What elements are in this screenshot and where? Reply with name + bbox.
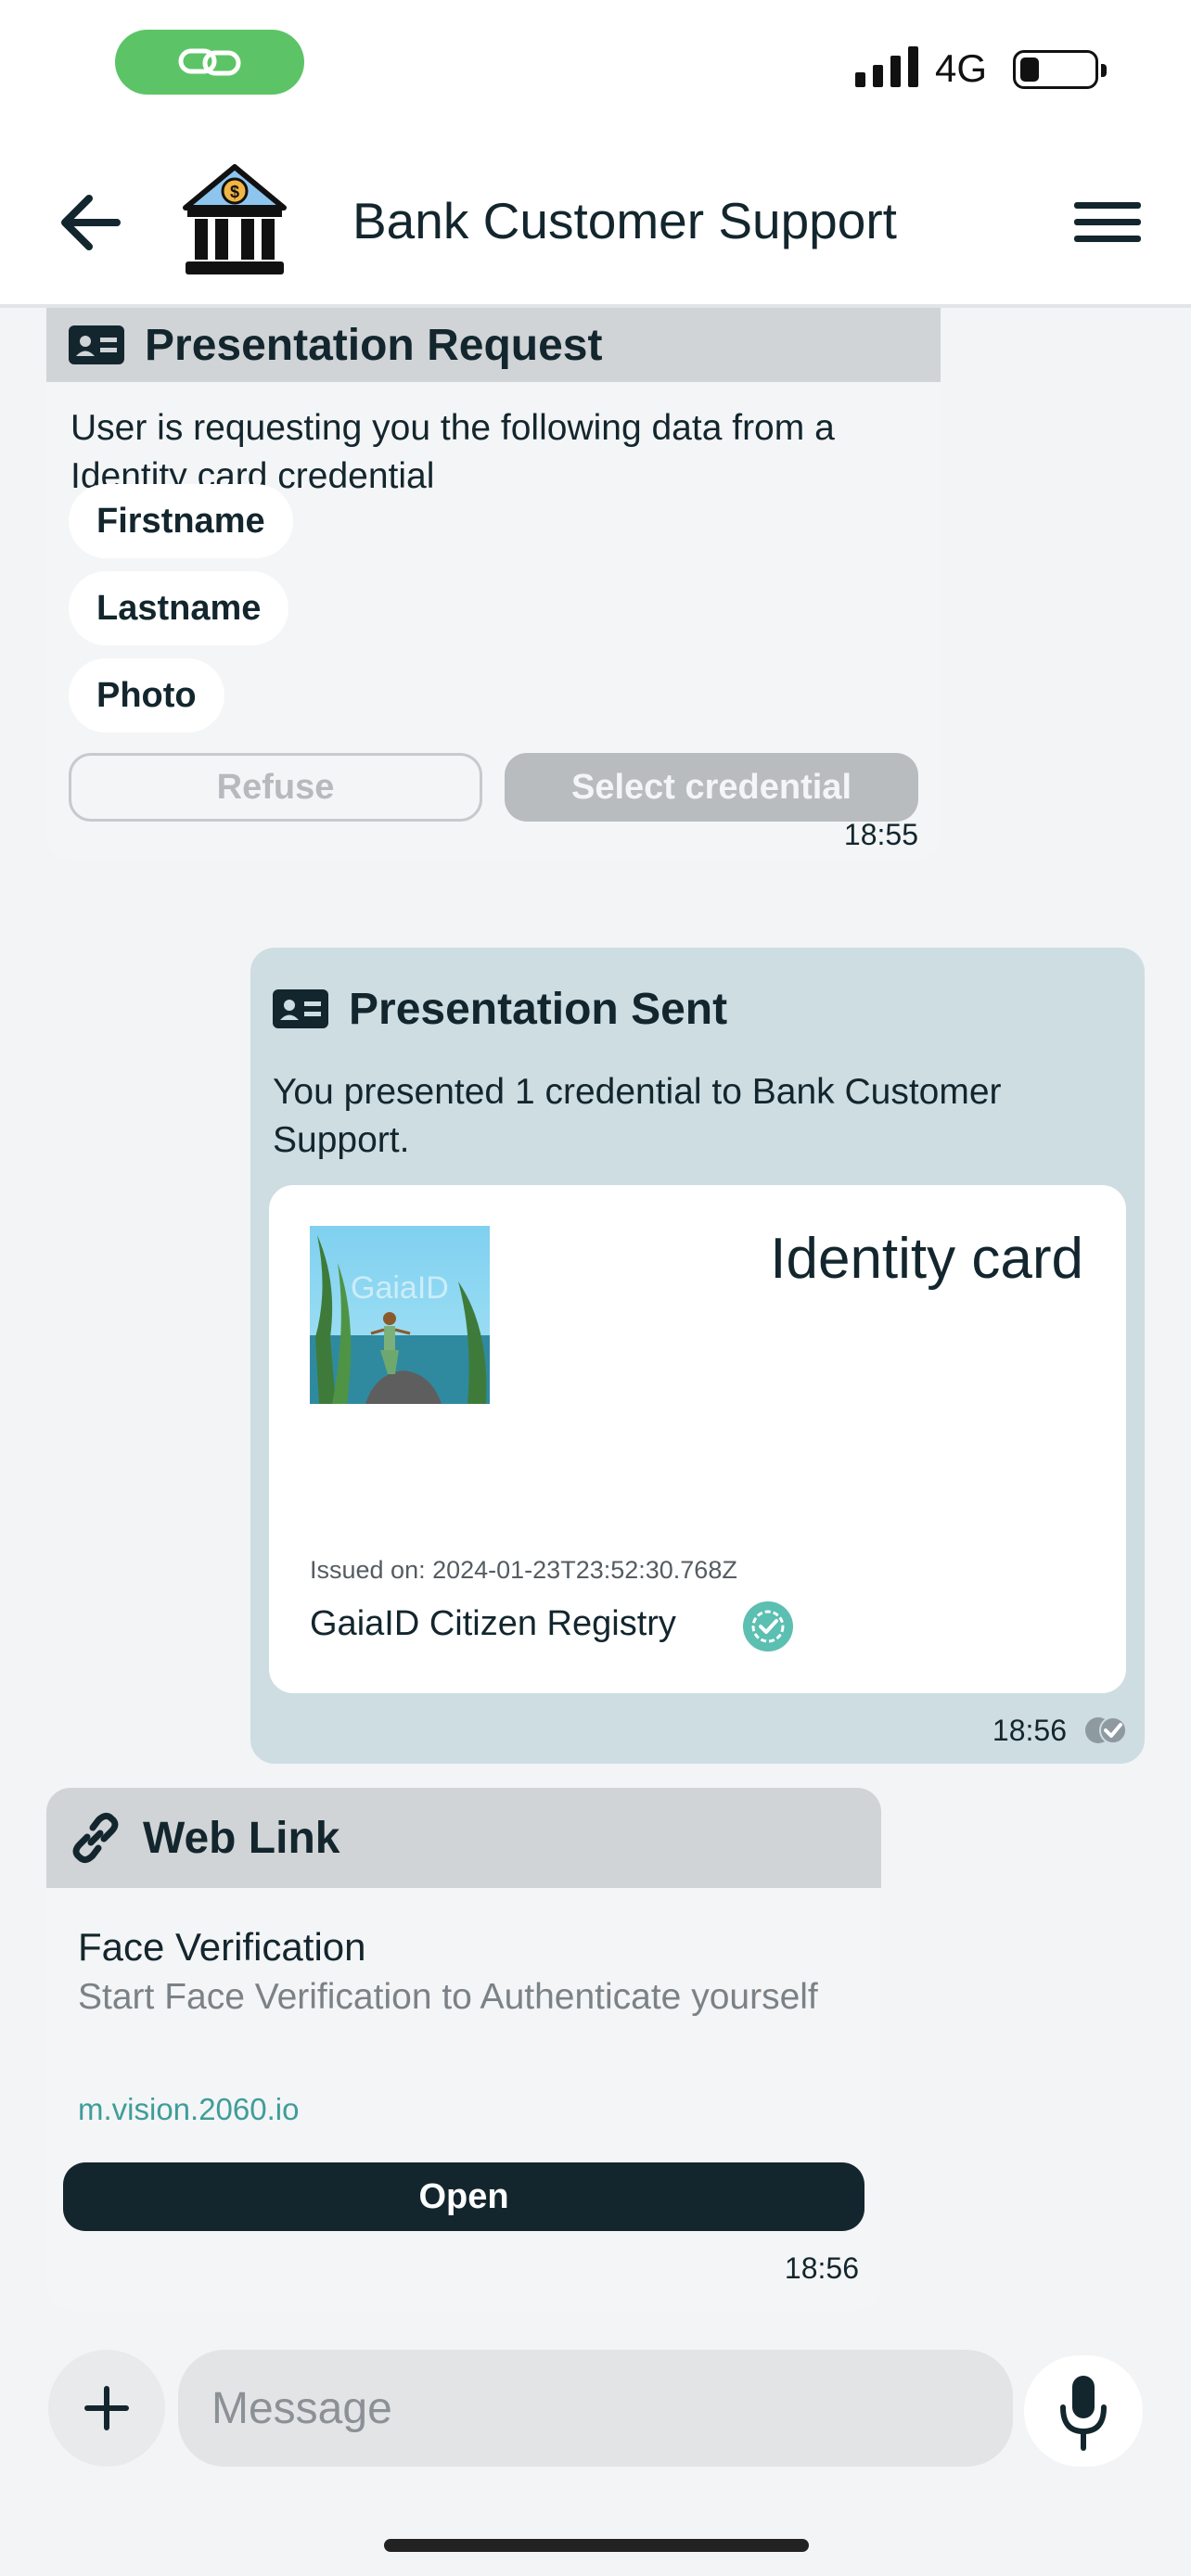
voice-record-button[interactable] xyxy=(1024,2355,1143,2467)
web-link-message: Web Link Face Verification Start Face Ve… xyxy=(46,1788,881,2311)
requested-field-photo: Photo xyxy=(69,658,224,733)
message-time: 18:55 xyxy=(843,818,918,851)
presentation-request-header: Presentation Request xyxy=(46,308,941,382)
presentation-sent-title: Presentation Sent xyxy=(349,984,728,1034)
web-link-url[interactable]: m.vision.2060.io xyxy=(78,2092,299,2127)
message-composer xyxy=(0,2337,1191,2476)
credential-title: Identity card xyxy=(770,1227,1083,1291)
requested-field-lastname: Lastname xyxy=(69,571,289,645)
credential-issued-date: Issued on: 2024-01-23T23:52:30.768Z xyxy=(310,1556,737,1584)
presentation-sent-message: Presentation Sent You presented 1 creden… xyxy=(250,948,1145,1764)
bank-icon: $ xyxy=(183,164,287,274)
home-indicator[interactable] xyxy=(384,2539,809,2552)
message-input[interactable] xyxy=(178,2350,1013,2467)
credential-card[interactable]: GaiaID Identity card Issued on: 2024-01-… xyxy=(269,1185,1126,1693)
presentation-sent-text: You presented 1 credential to Bank Custo… xyxy=(273,1072,1002,1160)
web-link-title: Web Link xyxy=(143,1813,340,1863)
credential-issuer: GaiaID Citizen Registry xyxy=(310,1604,676,1643)
requested-field-firstname: Firstname xyxy=(69,484,293,558)
battery-icon xyxy=(1013,50,1107,89)
link-icon xyxy=(178,48,241,76)
signal-icon xyxy=(855,46,918,87)
microphone-icon xyxy=(1060,2376,1107,2451)
svg-text:$: $ xyxy=(230,183,239,201)
link-icon xyxy=(72,1812,119,1864)
network-type: 4G xyxy=(935,46,988,90)
credential-photo: GaiaID xyxy=(310,1226,490,1404)
id-card-icon xyxy=(69,325,124,364)
chat-messages[interactable]: Presentation Request User is requesting … xyxy=(0,308,1191,2311)
double-check-icon xyxy=(1085,1716,1127,1744)
presentation-sent-header: Presentation Sent xyxy=(250,948,1145,1050)
add-attachment-button[interactable] xyxy=(48,2350,165,2467)
arrow-left-icon[interactable] xyxy=(56,187,126,258)
message-time: 18:56 xyxy=(784,2251,859,2285)
message-time: 18:56 xyxy=(992,1714,1067,1747)
select-credential-button[interactable]: Select credential xyxy=(505,753,918,822)
hamburger-menu-icon[interactable] xyxy=(1072,198,1143,247)
chat-title: Bank Customer Support xyxy=(352,192,897,249)
open-link-button[interactable]: Open xyxy=(63,2162,864,2231)
presentation-request-title: Presentation Request xyxy=(145,320,603,370)
web-link-heading: Face Verification xyxy=(78,1925,366,1969)
plus-icon xyxy=(84,2386,129,2430)
id-card-icon xyxy=(273,989,328,1028)
presentation-request-message: Presentation Request User is requesting … xyxy=(46,308,941,861)
status-bar: 4G xyxy=(0,0,1191,139)
web-link-description: Start Face Verification to Authenticate … xyxy=(78,1977,818,2017)
web-link-header: Web Link xyxy=(46,1788,881,1888)
photo-watermark: GaiaID xyxy=(351,1270,449,1306)
link-status-pill[interactable] xyxy=(115,30,304,95)
chat-header: $ Bank Customer Support xyxy=(0,139,1191,308)
verified-badge-icon xyxy=(743,1601,793,1651)
refuse-button[interactable]: Refuse xyxy=(69,753,482,822)
